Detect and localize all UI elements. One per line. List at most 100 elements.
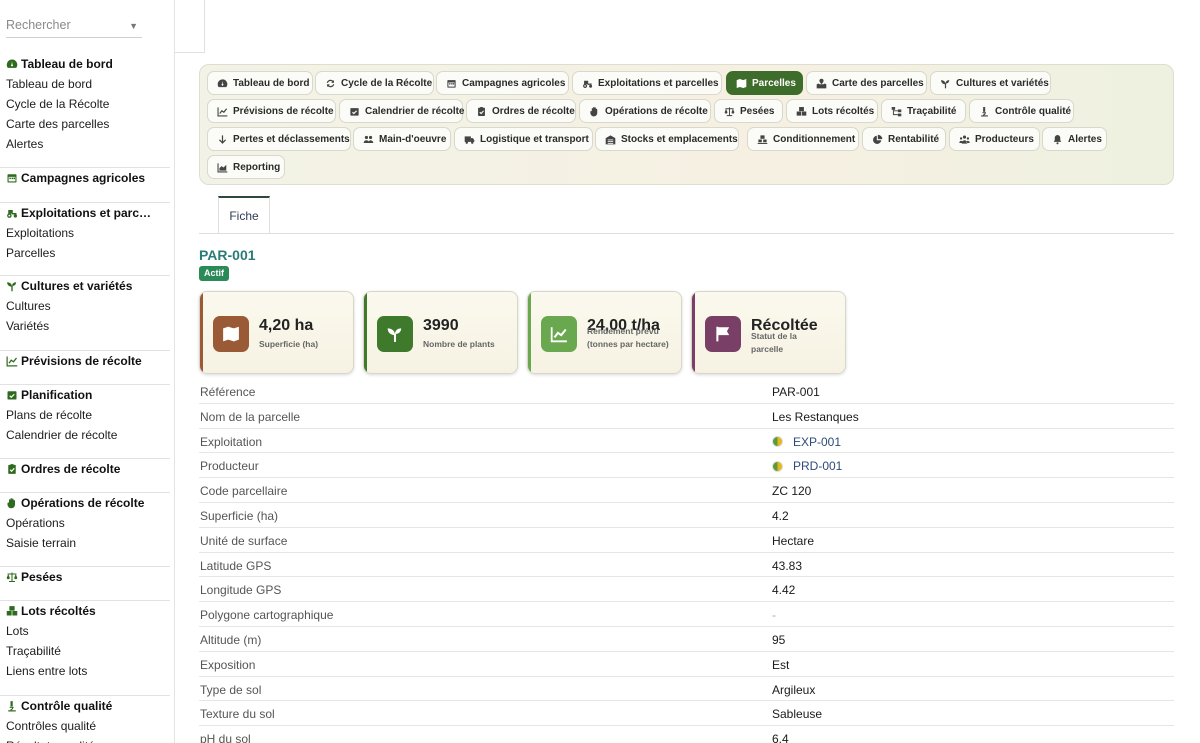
field-label: Latitude GPS [200, 558, 272, 573]
users-icon [363, 134, 374, 145]
microscope-icon [979, 106, 990, 117]
tab-reporting[interactable]: Reporting [207, 155, 285, 179]
tab-alertes[interactable]: Alertes [1042, 127, 1107, 151]
sidebar-item[interactable]: Opérations [0, 513, 170, 533]
bell-icon [1052, 134, 1063, 145]
field-value-link[interactable]: EXP-001 [772, 435, 841, 449]
sidebar-section: Prévisions de récolte [0, 350, 170, 371]
sidebar-section-title[interactable]: Opérations de récolte [0, 493, 170, 513]
sidebar-item[interactable]: Calendrier de récolte [0, 425, 170, 445]
field-value-text: 95 [772, 632, 786, 647]
tab-label: Ordres de récolte [492, 105, 575, 117]
tab-producteurs[interactable]: Producteurs [949, 127, 1040, 151]
field-value: Hectare [772, 534, 814, 548]
sidebar-section: Tableau de bord Tableau de bord Cycle de l… [0, 54, 170, 154]
field-value-text: Sableuse [772, 707, 823, 722]
tab-stocks-et-emplacements[interactable]: Stocks et emplacements [595, 127, 739, 151]
tab-exploitations-et-parcelles[interactable]: Exploitations et parcelles [572, 71, 722, 95]
table-row: Exposition Est [199, 652, 1174, 677]
tab-main-d-oeuvre[interactable]: Main-d'oeuvre [353, 127, 451, 151]
sidebar-section: Campagnes agricoles [0, 167, 170, 188]
tab-parcelles[interactable]: Parcelles [726, 71, 803, 95]
table-row: Type de sol Argileux [199, 677, 1174, 702]
sidebar-item[interactable]: Plans de récolte [0, 405, 170, 425]
tab-calendrier-de-recolte[interactable]: Calendrier de récolte [339, 99, 464, 123]
sidebar-section-title[interactable]: Campagnes agricoles [0, 168, 170, 188]
sidebar-item[interactable]: Cycle de la Récolte [0, 94, 170, 114]
sidebar-section: Planification Plans de récolte Calendrier … [0, 384, 170, 445]
field-label: Altitude (m) [200, 632, 262, 647]
field-value: Argileux [772, 683, 815, 697]
sidebar-item[interactable]: Traçabilité [0, 641, 170, 661]
status-badge: Actif [199, 266, 229, 281]
tab-logistique-et-transport[interactable]: Logistique et transport [454, 127, 593, 151]
sidebar-item[interactable]: Cultures [0, 296, 170, 316]
sidebar-section-title[interactable]: Tableau de bord [0, 54, 170, 74]
tab-label: Exploitations et parcelles [598, 77, 719, 89]
field-label: Texture du sol [200, 707, 275, 722]
tab-cycle-de-la-recolte[interactable]: Cycle de la Récolte [315, 71, 434, 95]
sidebar-section-title[interactable]: Planification [0, 385, 170, 405]
field-value-text: Argileux [772, 682, 816, 697]
sidebar-item[interactable]: Parcelles [0, 243, 170, 263]
sidebar-section-label: Campagnes agricoles [21, 171, 146, 185]
sidebar-section: Pesées [0, 566, 170, 587]
sidebar-item[interactable]: Résultats qualité [0, 736, 170, 743]
tab-conditionnement[interactable]: Conditionnement [747, 127, 859, 151]
sidebar-item[interactable]: Contrôles qualité [0, 716, 170, 736]
tab-pertes-et-declassements[interactable]: Pertes et déclassements [207, 127, 351, 151]
sidebar-item[interactable]: Alertes [0, 134, 170, 154]
scale-icon [6, 571, 18, 583]
sidebar-section-label: Cultures et variétés [21, 279, 133, 293]
sidebar-section-title[interactable]: Cultures et variétés [0, 276, 170, 296]
field-value-text: PRD-001 [793, 459, 843, 474]
hand-icon [6, 497, 18, 509]
tab-cultures-et-varietes[interactable]: Cultures et variétés [930, 71, 1051, 95]
tab-carte-des-parcelles[interactable]: Carte des parcelles [806, 71, 927, 95]
tab-campagnes-agricoles[interactable]: Campagnes agricoles [436, 71, 569, 95]
sidebar-section-title[interactable]: Lots récoltés [0, 601, 170, 621]
tab-tracabilite[interactable]: Traçabilité [881, 99, 966, 123]
sidebar-item[interactable]: Liens entre lots [0, 661, 170, 681]
sidebar-item[interactable]: Saisie terrain [0, 533, 170, 553]
sidebar-item[interactable]: Lots [0, 621, 170, 641]
sidebar-section-title[interactable]: Contrôle qualité [0, 696, 170, 716]
tab-tableau-de-bord[interactable]: Tableau de bord [207, 71, 313, 95]
sidebar: Rechercher ▼ Tableau de bord Tableau de b… [0, 0, 175, 743]
tab-label: Reporting [233, 161, 281, 173]
field-value-link[interactable]: PRD-001 [772, 459, 842, 473]
tab-controle-qualite[interactable]: Contrôle qualité [969, 99, 1074, 123]
tab-ordres-de-recolte[interactable]: Ordres de récolte [466, 99, 576, 123]
tab-operations-de-recolte[interactable]: Opérations de récolte [579, 99, 711, 123]
sidebar-section-title[interactable]: Prévisions de récolte [0, 351, 170, 371]
tab-pesees[interactable]: Pesées [714, 99, 783, 123]
tab-fiche[interactable]: Fiche [218, 196, 270, 234]
sidebar-section: Contrôle qualité Contrôles qualitéRésulta… [0, 695, 170, 743]
tab-label: Lots récoltés [812, 105, 875, 117]
table-row: Altitude (m) 95 [199, 627, 1174, 652]
sidebar-section-title[interactable]: Exploitations et parc… [0, 203, 170, 223]
tab-lots-recoltes[interactable]: Lots récoltés [786, 99, 878, 123]
sidebar-item[interactable]: Tableau de bord [0, 74, 170, 94]
calendar-icon [6, 172, 18, 184]
sidebar-section-title[interactable]: Ordres de récolte [0, 459, 170, 479]
sidebar-item[interactable]: Variétés [0, 316, 170, 336]
sidebar-item[interactable]: Exploitations [0, 223, 170, 243]
warehouse-icon [605, 134, 616, 145]
table-row: Nom de la parcelle Les Restanques [199, 404, 1174, 429]
chart-line-icon [6, 355, 18, 367]
stat-card: 3990 Nombre de plants [363, 291, 518, 374]
tab-rentabilite[interactable]: Rentabilité [862, 127, 946, 151]
sidebar-section-label: Planification [21, 388, 93, 402]
stat-label: Nombre de plants [423, 339, 495, 349]
tab-previsions-de-recolte[interactable]: Prévisions de récolte [207, 99, 336, 123]
table-row: pH du sol 6.4 [199, 726, 1174, 743]
tab-label: Alertes [1068, 133, 1102, 145]
tab-label: Producteurs [975, 133, 1034, 145]
sidebar-section-title[interactable]: Pesées [0, 567, 170, 587]
search-select[interactable]: Rechercher ▼ [6, 18, 142, 38]
record-avatar-icon [772, 436, 783, 448]
stat-card-accent [364, 292, 367, 373]
sidebar-item[interactable]: Carte des parcelles [0, 114, 170, 134]
chevron-down-icon[interactable]: ▼ [129, 21, 138, 31]
